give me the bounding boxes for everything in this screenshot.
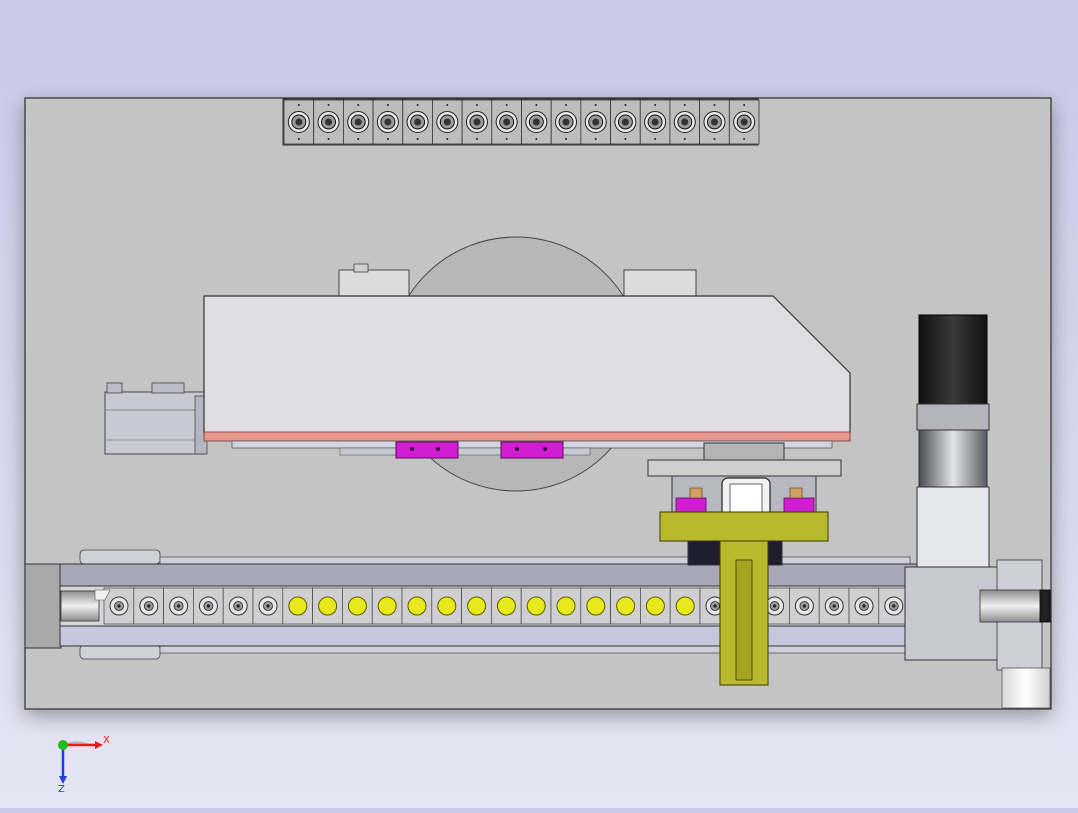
conveyor-roller[interactable] bbox=[163, 587, 194, 625]
conveyor-roller[interactable] bbox=[252, 587, 284, 625]
y-axis-dot bbox=[58, 740, 68, 750]
conveyor-roller[interactable] bbox=[669, 587, 701, 625]
tool-holder[interactable] bbox=[699, 99, 730, 145]
conveyor-roller[interactable] bbox=[222, 587, 254, 625]
tool-holder[interactable] bbox=[283, 99, 315, 145]
tool-holder[interactable] bbox=[372, 99, 404, 145]
conveyor-roller[interactable] bbox=[401, 587, 433, 625]
conveyor[interactable] bbox=[24, 563, 969, 649]
conveyor-roller[interactable] bbox=[491, 587, 522, 625]
tool-holder[interactable] bbox=[521, 99, 552, 145]
conveyor-roller[interactable] bbox=[878, 587, 909, 625]
tool-holder[interactable] bbox=[639, 99, 671, 145]
cad-viewport[interactable]: X Z bbox=[0, 0, 1078, 808]
conveyor-roller[interactable] bbox=[580, 587, 611, 625]
x-axis-label: X bbox=[103, 735, 110, 746]
conveyor-roller[interactable] bbox=[133, 587, 164, 625]
conveyor-roller[interactable] bbox=[550, 587, 582, 625]
main-housing[interactable] bbox=[203, 295, 851, 456]
z-axis-label: Z bbox=[58, 784, 65, 795]
conveyor-roller[interactable] bbox=[818, 587, 850, 625]
tool-holder[interactable] bbox=[610, 99, 641, 145]
tool-holder[interactable] bbox=[550, 99, 582, 145]
top-tool-rail[interactable] bbox=[282, 98, 760, 146]
top-bracket-left[interactable] bbox=[338, 269, 410, 297]
tool-holder[interactable] bbox=[432, 99, 463, 145]
conveyor-roller[interactable] bbox=[342, 587, 373, 625]
conveyor-roller[interactable] bbox=[848, 587, 880, 625]
conveyor-roller[interactable] bbox=[431, 587, 462, 625]
conveyor-roller[interactable] bbox=[610, 587, 641, 625]
cad-model-view[interactable]: X Z bbox=[0, 0, 1078, 808]
left-servo-motor[interactable] bbox=[104, 382, 208, 455]
conveyor-roller[interactable] bbox=[520, 587, 552, 625]
coordinate-triad: X Z bbox=[58, 735, 110, 795]
tool-holder[interactable] bbox=[402, 99, 433, 145]
tool-holder[interactable] bbox=[491, 99, 522, 145]
conveyor-roller[interactable] bbox=[193, 587, 224, 625]
tool-holder[interactable] bbox=[342, 99, 374, 145]
top-bracket-right[interactable] bbox=[623, 269, 697, 297]
conveyor-roller[interactable] bbox=[371, 587, 403, 625]
conveyor-roller[interactable] bbox=[789, 587, 820, 625]
conveyor-roller[interactable] bbox=[312, 587, 343, 625]
tool-holder[interactable] bbox=[728, 99, 760, 145]
conveyor-roller[interactable] bbox=[640, 587, 671, 625]
tool-holder[interactable] bbox=[580, 99, 611, 145]
tool-holder[interactable] bbox=[669, 99, 701, 145]
tool-holder[interactable] bbox=[461, 99, 493, 145]
tool-holder[interactable] bbox=[313, 99, 344, 145]
conveyor-roller[interactable] bbox=[461, 587, 492, 625]
conveyor-roller[interactable] bbox=[282, 587, 313, 625]
